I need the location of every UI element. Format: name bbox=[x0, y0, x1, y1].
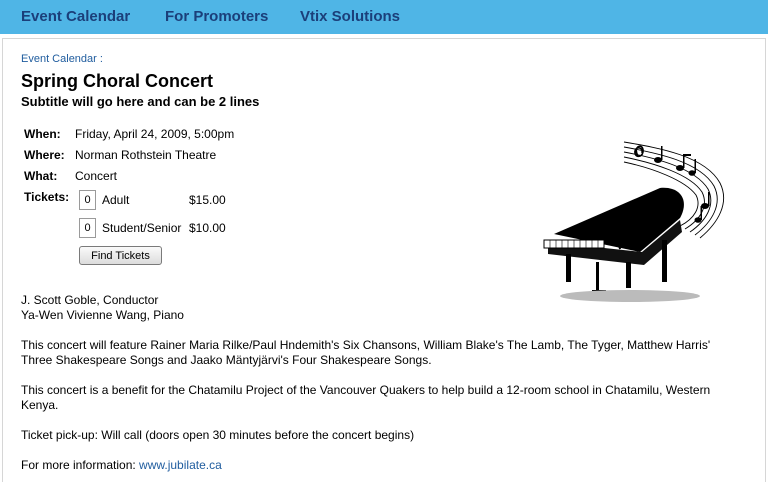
breadcrumb: Event Calendar : bbox=[21, 53, 103, 65]
benefit-line-2: Kenya. bbox=[21, 398, 59, 412]
program-line-1: This concert will feature Rainer Maria R… bbox=[21, 338, 711, 352]
more-info-line: For more information: www.jubilate.ca bbox=[21, 458, 222, 473]
event-title: Spring Choral Concert bbox=[21, 71, 214, 91]
find-tickets-button[interactable]: Find Tickets bbox=[79, 246, 162, 265]
ticket-pickup-info: Ticket pick-up: Will call (doors open 30… bbox=[21, 428, 415, 442]
performer-piano: Ya-Wen Vivienne Wang, Piano bbox=[21, 308, 184, 322]
nav-event-calendar[interactable]: Event Calendar bbox=[21, 8, 130, 25]
performer-conductor: J. Scott Goble, Conductor bbox=[21, 293, 159, 307]
grand-piano-icon bbox=[543, 141, 725, 302]
top-navigation-bar: Event Calendar For Promoters Vtix Soluti… bbox=[0, 0, 768, 34]
what-value: Concert bbox=[75, 169, 118, 183]
adult-ticket-price: $15.00 bbox=[189, 193, 226, 207]
student-senior-ticket-price: $10.00 bbox=[189, 221, 226, 235]
what-label: What: bbox=[24, 169, 58, 183]
tickets-label: Tickets: bbox=[24, 190, 70, 204]
program-line-2: Three Shakespeare Songs and Jaako Mäntyj… bbox=[21, 353, 432, 367]
event-subtitle: Subtitle will go here and can be 2 lines bbox=[21, 94, 260, 109]
adult-ticket-label: Adult bbox=[102, 193, 130, 207]
when-value: Friday, April 24, 2009, 5:00pm bbox=[75, 127, 235, 141]
more-info-link[interactable]: www.jubilate.ca bbox=[139, 458, 222, 472]
adult-quantity-input[interactable] bbox=[79, 190, 96, 210]
more-info-label: For more information: bbox=[21, 458, 136, 472]
nav-for-promoters[interactable]: For Promoters bbox=[165, 8, 268, 25]
where-label: Where: bbox=[24, 148, 65, 162]
benefit-line-1: This concert is a benefit for the Chatam… bbox=[21, 383, 711, 397]
where-value: Norman Rothstein Theatre bbox=[75, 148, 217, 162]
student-senior-quantity-input[interactable] bbox=[79, 218, 96, 238]
breadcrumb-event-calendar-link[interactable]: Event Calendar bbox=[21, 53, 97, 65]
nav-vtix-solutions[interactable]: Vtix Solutions bbox=[300, 8, 400, 25]
breadcrumb-separator: : bbox=[99, 53, 103, 65]
when-label: When: bbox=[24, 127, 61, 141]
student-senior-ticket-label: Student/Senior bbox=[102, 221, 182, 235]
